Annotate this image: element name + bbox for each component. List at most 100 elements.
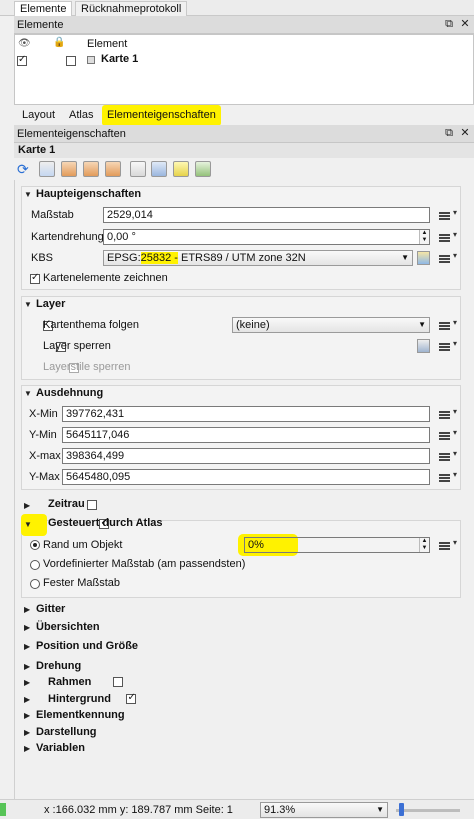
bookmark-icon[interactable] bbox=[105, 161, 121, 177]
float-icon[interactable]: ⧉ bbox=[444, 128, 454, 139]
section-drehung[interactable]: Drehung bbox=[36, 660, 81, 672]
set-extent-icon[interactable] bbox=[39, 161, 55, 177]
massstab-label: Maßstab bbox=[31, 209, 74, 221]
extent-label: X-max bbox=[29, 450, 61, 462]
section-elementkennung[interactable]: Elementkennung bbox=[36, 709, 125, 721]
section-position[interactable]: Position und Größe bbox=[36, 640, 138, 652]
expand-arrow-icon[interactable]: ▶ bbox=[24, 605, 30, 614]
section-variablen[interactable]: Variablen bbox=[36, 742, 85, 754]
expand-arrow-icon[interactable]: ▼ bbox=[24, 520, 32, 529]
data-defined-override-icon[interactable] bbox=[437, 470, 457, 485]
element-visible-checkbox[interactable] bbox=[17, 54, 27, 67]
close-icon[interactable]: ✕ bbox=[460, 128, 470, 139]
layer-icon[interactable] bbox=[195, 161, 211, 177]
ausdehnung-title[interactable]: Ausdehnung bbox=[36, 387, 103, 399]
radio-rand[interactable] bbox=[30, 540, 40, 550]
close-icon[interactable]: ✕ bbox=[460, 19, 470, 30]
element-lock-checkbox[interactable] bbox=[66, 56, 77, 67]
hintergrund-checkbox[interactable] bbox=[126, 692, 137, 705]
zoom-slider-handle[interactable] bbox=[399, 803, 405, 816]
radio-fest-label[interactable]: Fester Maßstab bbox=[43, 577, 120, 589]
xmin-input[interactable]: 397762,431 bbox=[62, 406, 430, 422]
kbs-select[interactable]: EPSG:25832 - ETRS89 / UTM zone 32N ▼ bbox=[103, 250, 413, 266]
ymin-input[interactable]: 5645117,046 bbox=[62, 427, 430, 443]
crs-selector-icon[interactable] bbox=[417, 251, 430, 265]
radio-fest[interactable] bbox=[30, 579, 40, 589]
zoom-select[interactable]: 91.3% ▼ bbox=[260, 802, 388, 818]
refresh-icon[interactable]: ⟳ bbox=[17, 161, 33, 177]
chevron-down-icon: ▼ bbox=[418, 320, 426, 329]
tab-elemente[interactable]: Elemente bbox=[14, 1, 73, 16]
section-gitter[interactable]: Gitter bbox=[36, 603, 65, 615]
section-uebersichten[interactable]: Übersichten bbox=[36, 621, 100, 633]
drehung-spinbox[interactable]: 0,00 ° ▲ ▼ bbox=[103, 229, 430, 245]
expand-arrow-icon[interactable]: ▶ bbox=[24, 728, 30, 737]
zeitraum-title[interactable]: Zeitrau bbox=[48, 498, 85, 510]
section-hintergrund[interactable]: Hintergrund bbox=[48, 693, 111, 705]
expand-arrow-icon[interactable]: ▶ bbox=[24, 744, 30, 753]
expand-arrow-icon[interactable]: ▶ bbox=[24, 678, 30, 687]
extent-label: Y-Max bbox=[29, 471, 60, 483]
data-defined-override-icon[interactable] bbox=[437, 538, 457, 553]
zeitraum-checkbox[interactable] bbox=[87, 500, 98, 511]
kbs-name: ETRS89 / UTM zone 32N bbox=[177, 252, 306, 264]
radio-rand-label[interactable]: Rand um Objekt bbox=[43, 539, 122, 551]
section-rahmen[interactable]: Rahmen bbox=[48, 676, 91, 688]
zoom-slider-track[interactable] bbox=[396, 809, 460, 812]
expand-arrow-icon[interactable]: ▶ bbox=[24, 623, 30, 632]
spin-arrows-icon[interactable]: ▲ ▼ bbox=[419, 230, 429, 244]
rahmen-checkbox[interactable] bbox=[113, 677, 124, 688]
map-item-icon bbox=[87, 56, 95, 64]
chevron-down-icon: ▼ bbox=[401, 253, 409, 262]
expand-arrow-icon[interactable]: ▼ bbox=[24, 300, 32, 309]
grid-icon[interactable] bbox=[151, 161, 167, 177]
tab-elementeigenschaften[interactable]: Elementeigenschaften bbox=[102, 105, 221, 126]
kartenthema-label[interactable]: Kartenthema folgen bbox=[43, 319, 139, 331]
xmax-input[interactable]: 398364,499 bbox=[62, 448, 430, 464]
move-content-icon[interactable] bbox=[83, 161, 99, 177]
data-defined-override-icon[interactable] bbox=[437, 407, 457, 422]
kartenelemente-checkbox[interactable] bbox=[30, 272, 40, 285]
data-defined-override-icon[interactable] bbox=[437, 230, 457, 245]
label-icon[interactable] bbox=[173, 161, 189, 177]
data-defined-override-icon[interactable] bbox=[437, 339, 457, 354]
ymax-input[interactable]: 5645480,095 bbox=[62, 469, 430, 485]
radio-vordefiniert-label[interactable]: Vordefinierter Maßstab (am passendsten) bbox=[43, 558, 245, 570]
data-defined-override-icon[interactable] bbox=[437, 449, 457, 464]
tab-layout[interactable]: Layout bbox=[17, 107, 60, 124]
layer-sperren-label[interactable]: Layer sperren bbox=[43, 340, 111, 352]
expand-arrow-icon[interactable]: ▶ bbox=[24, 642, 30, 651]
section-darstellung[interactable]: Darstellung bbox=[36, 726, 97, 738]
data-defined-override-icon[interactable] bbox=[437, 208, 457, 223]
expand-arrow-icon[interactable]: ▶ bbox=[24, 662, 30, 671]
tab-ruecknahmeprotokoll[interactable]: Rücknahmeprotokoll bbox=[75, 1, 188, 16]
expand-arrow-icon[interactable]: ▼ bbox=[24, 190, 32, 199]
rand-spinbox[interactable]: 0% ▲ ▼ bbox=[244, 537, 430, 553]
element-row-name[interactable]: Karte 1 bbox=[101, 53, 138, 65]
kartenelemente-label[interactable]: Kartenelemente zeichnen bbox=[43, 272, 168, 284]
data-defined-override-icon[interactable] bbox=[437, 251, 457, 266]
layer-title[interactable]: Layer bbox=[36, 298, 65, 310]
expand-arrow-icon[interactable]: ▶ bbox=[24, 695, 30, 704]
massstab-input[interactable]: 2529,014 bbox=[103, 207, 430, 223]
data-defined-override-icon[interactable] bbox=[437, 318, 457, 333]
expand-arrow-icon[interactable]: ▼ bbox=[24, 389, 32, 398]
kartenthema-select[interactable]: (keine) ▼ bbox=[232, 317, 430, 333]
drehung-label: Kartendrehung bbox=[31, 231, 104, 243]
atlas-title[interactable]: Gesteuert durch Atlas bbox=[48, 517, 163, 529]
layer-lock-icon[interactable] bbox=[417, 339, 430, 353]
expand-arrow-icon[interactable]: ▶ bbox=[24, 711, 30, 720]
haupteigenschaften-title[interactable]: Haupteigenschaften bbox=[36, 188, 141, 200]
save-icon[interactable] bbox=[130, 161, 146, 177]
radio-vordefiniert[interactable] bbox=[30, 560, 40, 570]
view-extent-icon[interactable] bbox=[61, 161, 77, 177]
tab-atlas[interactable]: Atlas bbox=[64, 107, 98, 124]
kbs-code: 25832 - bbox=[140, 252, 178, 264]
expand-arrow-icon[interactable]: ▶ bbox=[24, 501, 30, 510]
chevron-down-icon: ▼ bbox=[376, 805, 384, 814]
layerstile-label: Layerstile sperren bbox=[43, 361, 131, 373]
data-defined-override-icon[interactable] bbox=[437, 428, 457, 443]
float-icon[interactable]: ⧉ bbox=[444, 19, 454, 30]
spin-arrows-icon[interactable]: ▲ ▼ bbox=[419, 538, 429, 552]
props-panel-header: Elementeigenschaften ⧉ ✕ bbox=[14, 125, 474, 143]
